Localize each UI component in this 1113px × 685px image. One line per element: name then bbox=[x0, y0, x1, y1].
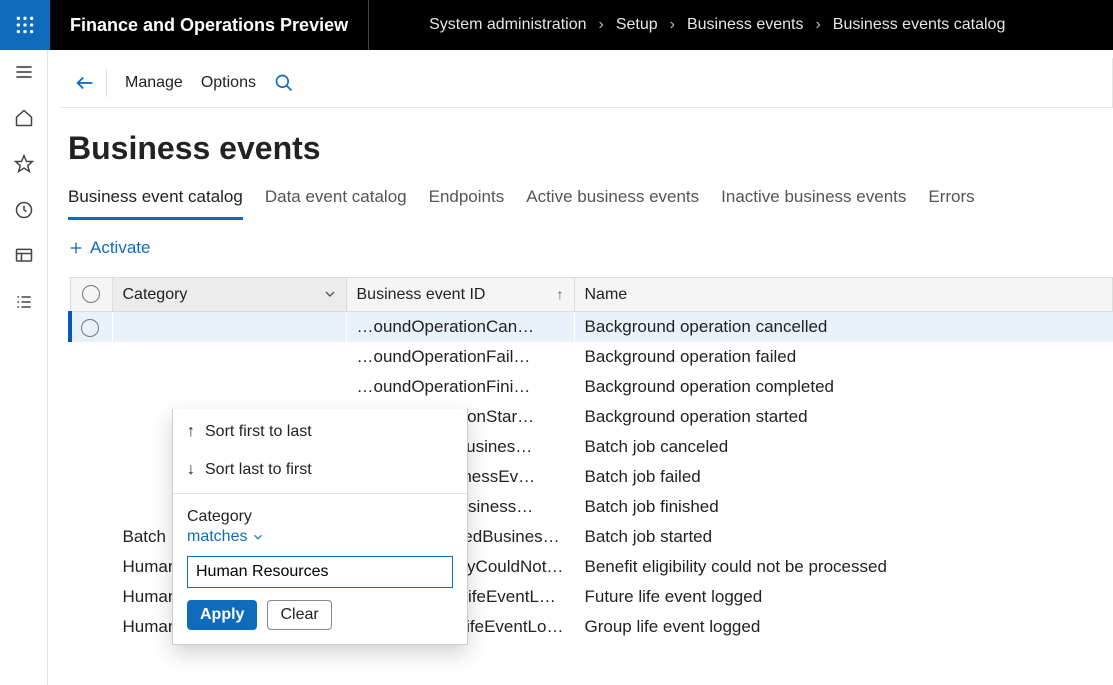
column-filter-popup: ↑ Sort first to last ↓ Sort last to firs… bbox=[172, 409, 468, 645]
page-content: Business events Business event catalog D… bbox=[48, 108, 1113, 685]
select-all-radio[interactable] bbox=[82, 285, 100, 303]
filter-value-input[interactable] bbox=[187, 556, 453, 588]
app-launcher-button[interactable] bbox=[0, 0, 50, 50]
tab-inactive-business-events[interactable]: Inactive business events bbox=[721, 181, 906, 220]
chevron-right-icon: › bbox=[815, 16, 820, 34]
arrow-up-icon: ↑ bbox=[187, 423, 195, 441]
activate-label: Activate bbox=[90, 238, 150, 258]
clear-button[interactable]: Clear bbox=[267, 600, 331, 630]
cell-name: Group life event logged bbox=[574, 612, 1113, 642]
hamburger-icon[interactable] bbox=[12, 60, 36, 84]
cell-name: Batch job failed bbox=[574, 462, 1113, 492]
search-button[interactable] bbox=[274, 73, 294, 93]
clock-icon[interactable] bbox=[12, 198, 36, 222]
search-icon bbox=[274, 73, 294, 93]
tab-data-event-catalog[interactable]: Data event catalog bbox=[265, 181, 407, 220]
row-select[interactable] bbox=[70, 372, 112, 402]
row-radio[interactable] bbox=[81, 319, 99, 337]
row-select[interactable] bbox=[70, 432, 112, 462]
table-row[interactable]: …oundOperationFail…Background operation … bbox=[70, 342, 1113, 372]
action-bar: Manage Options bbox=[60, 58, 1113, 108]
back-button[interactable] bbox=[74, 69, 107, 97]
tab-errors[interactable]: Errors bbox=[928, 181, 974, 220]
cell-name: Batch job started bbox=[574, 522, 1113, 552]
breadcrumb-item[interactable]: Business events bbox=[687, 16, 804, 34]
tab-endpoints[interactable]: Endpoints bbox=[429, 181, 505, 220]
cell-name: Background operation started bbox=[574, 402, 1113, 432]
arrow-up-icon: ↑ bbox=[557, 286, 564, 302]
tab-business-event-catalog[interactable]: Business event catalog bbox=[68, 181, 243, 220]
cell-category bbox=[112, 312, 346, 343]
row-select[interactable] bbox=[70, 582, 112, 612]
column-name[interactable]: Name bbox=[574, 278, 1113, 312]
cell-name: Benefit eligibility could not be process… bbox=[574, 552, 1113, 582]
row-select[interactable] bbox=[70, 462, 112, 492]
workspace-icon[interactable] bbox=[12, 244, 36, 268]
column-name-label: Name bbox=[585, 286, 628, 303]
column-category-label: Category bbox=[123, 286, 188, 303]
sort-descending[interactable]: ↓ Sort last to first bbox=[173, 451, 467, 489]
row-select[interactable] bbox=[70, 552, 112, 582]
cell-name: Future life event logged bbox=[574, 582, 1113, 612]
cell-event-id: …oundOperationFail… bbox=[346, 342, 574, 372]
table-row[interactable]: …oundOperationCan…Background operation c… bbox=[70, 312, 1113, 343]
modules-icon[interactable] bbox=[12, 290, 36, 314]
breadcrumb-item[interactable]: Setup bbox=[616, 16, 658, 34]
options-menu[interactable]: Options bbox=[201, 74, 256, 92]
sort-descending-label: Sort last to first bbox=[205, 461, 312, 479]
manage-menu[interactable]: Manage bbox=[125, 74, 183, 92]
filter-operator[interactable]: matches bbox=[187, 528, 265, 546]
filter-operator-label: matches bbox=[187, 528, 247, 546]
arrow-left-icon bbox=[74, 72, 96, 94]
breadcrumb: System administration › Setup › Business… bbox=[369, 16, 1005, 34]
apply-button[interactable]: Apply bbox=[187, 600, 257, 630]
breadcrumb-item[interactable]: System administration bbox=[429, 16, 586, 34]
page-title: Business events bbox=[68, 130, 1113, 167]
row-select[interactable] bbox=[70, 612, 112, 642]
row-select[interactable] bbox=[70, 342, 112, 372]
cell-event-id: …oundOperationFini… bbox=[346, 372, 574, 402]
tabs: Business event catalog Data event catalo… bbox=[68, 181, 1113, 220]
column-event-id-label: Business event ID bbox=[357, 286, 486, 303]
row-select[interactable] bbox=[70, 402, 112, 432]
cell-name: Batch job finished bbox=[574, 492, 1113, 522]
left-nav bbox=[0, 50, 48, 685]
cell-name: Background operation cancelled bbox=[574, 312, 1113, 343]
sort-ascending-label: Sort first to last bbox=[205, 423, 312, 441]
app-title: Finance and Operations Preview bbox=[50, 0, 369, 50]
cell-category bbox=[112, 342, 346, 372]
chevron-down-icon bbox=[251, 530, 265, 544]
cell-name: Batch job canceled bbox=[574, 432, 1113, 462]
row-select[interactable] bbox=[70, 522, 112, 552]
waffle-icon bbox=[15, 15, 35, 35]
cell-name: Background operation failed bbox=[574, 342, 1113, 372]
main: Manage Options Business events Business … bbox=[48, 50, 1113, 685]
sort-ascending[interactable]: ↑ Sort first to last bbox=[173, 409, 467, 451]
filter-label: Category bbox=[187, 508, 453, 526]
top-bar: Finance and Operations Preview System ad… bbox=[0, 0, 1113, 50]
arrow-down-icon: ↓ bbox=[187, 461, 195, 479]
table-row[interactable]: …oundOperationFini…Background operation … bbox=[70, 372, 1113, 402]
plus-icon bbox=[68, 240, 84, 256]
chevron-right-icon: › bbox=[598, 16, 603, 34]
breadcrumb-item[interactable]: Business events catalog bbox=[833, 16, 1006, 34]
column-event-id[interactable]: Business event ID ↑ bbox=[346, 278, 574, 312]
home-icon[interactable] bbox=[12, 106, 36, 130]
cell-event-id: …oundOperationCan… bbox=[346, 312, 574, 343]
activate-button[interactable]: Activate bbox=[68, 238, 150, 258]
column-select[interactable] bbox=[70, 278, 112, 312]
column-category[interactable]: Category bbox=[112, 278, 346, 312]
chevron-right-icon: › bbox=[670, 16, 675, 34]
row-select[interactable] bbox=[70, 312, 112, 343]
tab-active-business-events[interactable]: Active business events bbox=[526, 181, 699, 220]
chevron-down-icon[interactable] bbox=[322, 286, 338, 302]
cell-category bbox=[112, 372, 346, 402]
row-select[interactable] bbox=[70, 492, 112, 522]
cell-name: Background operation completed bbox=[574, 372, 1113, 402]
star-icon[interactable] bbox=[12, 152, 36, 176]
